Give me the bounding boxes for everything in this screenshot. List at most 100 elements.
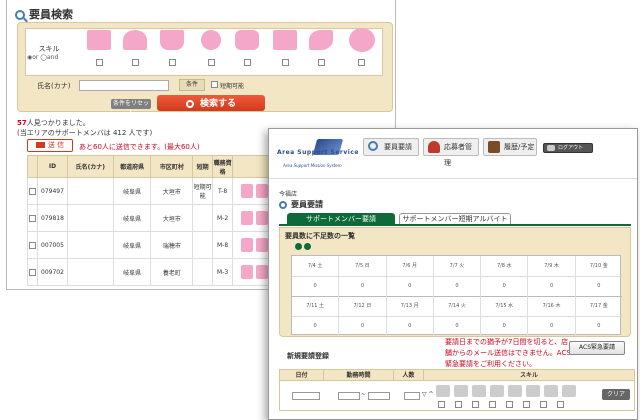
row-name xyxy=(66,231,114,259)
skill-checkbox[interactable] xyxy=(438,401,445,408)
skill-or-and-radio[interactable]: ◉or ◯and xyxy=(27,54,58,61)
skill-checkbox[interactable] xyxy=(540,401,547,408)
calendar-date: 7/13 月 xyxy=(387,296,434,316)
col-short-term: 短期 xyxy=(192,155,214,178)
search-icon xyxy=(15,10,25,20)
shortage-count: 0 xyxy=(387,276,434,296)
dress-skill-icon xyxy=(256,238,269,252)
col-name: 氏名(カナ) xyxy=(66,155,114,178)
new-request-label: 新規要請登録 xyxy=(287,352,329,360)
time-range-tilde: ~ xyxy=(361,391,367,398)
tab-underline xyxy=(279,224,631,226)
row-short-term xyxy=(192,258,214,286)
calendar-value-row: 0 0 0 0 0 0 0 xyxy=(292,276,622,297)
shortage-count: 0 xyxy=(481,316,529,336)
row-rank: M-8 xyxy=(212,231,234,259)
table-row[interactable]: 079497 岐阜県 大垣市 短期可能 T-8 xyxy=(27,177,277,205)
camera-skill-checkbox[interactable] xyxy=(244,59,251,66)
request-form-header: 日付 勤務時間 人数 スキル xyxy=(279,369,635,381)
calendar-date: 7/8 水 xyxy=(481,256,529,276)
teach-skill-icon xyxy=(544,385,558,397)
shortage-count: 0 xyxy=(292,316,340,336)
table-row[interactable]: 007005 岐阜県 瑞穂市 M-8 xyxy=(27,231,277,259)
search-button[interactable]: 検索する xyxy=(157,95,265,111)
shortage-calendar-grid: 7/4 土 7/5 日 7/6 月 7/7 火 7/8 水 7/9 木 7/10… xyxy=(291,255,622,336)
teach-skill-checkbox[interactable] xyxy=(318,59,325,66)
teach-skill-icon xyxy=(309,30,333,50)
prev-week-icon[interactable] xyxy=(295,243,302,250)
mic-skill-checkbox[interactable] xyxy=(208,59,215,66)
request-skill-checkboxes xyxy=(438,401,564,408)
headcount-select[interactable] xyxy=(404,392,420,400)
row-rank: T-8 xyxy=(212,177,234,205)
calendar-date: 7/14 火 xyxy=(434,296,482,316)
area-member-note: (当エリアのサポートメンバは 412 人です) xyxy=(17,129,153,137)
calendar-date: 7/11 土 xyxy=(292,296,340,316)
costume-skill-checkbox[interactable] xyxy=(358,59,365,66)
book-skill-checkbox[interactable] xyxy=(282,59,289,66)
table-row[interactable]: 079818 岐阜県 大垣市 M-2 xyxy=(27,204,277,232)
dress-skill-checkbox[interactable] xyxy=(132,59,139,66)
shortage-count: 0 xyxy=(597,323,601,329)
header-headcount: 人数 xyxy=(394,370,424,380)
face-skill-icon xyxy=(241,211,254,225)
shortage-count: 0 xyxy=(597,283,601,289)
header-work-hours: 勤務時間 xyxy=(324,370,394,380)
acs-urgent-request-button[interactable]: ACS緊急要請 xyxy=(569,341,625,355)
end-time-select[interactable] xyxy=(368,392,390,400)
member-search-title: 要員検索 xyxy=(15,6,73,22)
reset-conditions-button[interactable]: 条件をリセット xyxy=(111,99,151,117)
skill-checkbox[interactable] xyxy=(506,401,513,408)
start-time-select[interactable] xyxy=(338,392,360,400)
row-prefecture: 岐阜県 xyxy=(112,258,152,286)
search-icon xyxy=(279,200,287,209)
table-row[interactable]: 009702 岐阜県 養老町 M-3 xyxy=(27,258,277,286)
skill-checkbox[interactable] xyxy=(455,401,462,408)
mic-skill-icon xyxy=(490,385,504,397)
calendar-date: 7/7 火 xyxy=(434,256,482,276)
name-kana-input[interactable] xyxy=(79,80,169,91)
short-term-label: 短期可能 xyxy=(220,83,245,90)
shortage-count: 0 xyxy=(387,316,434,336)
row-city: 大垣市 xyxy=(150,204,194,232)
skill-checkbox[interactable] xyxy=(523,401,530,408)
skill-checkbox[interactable] xyxy=(472,401,479,408)
member-results-table: ID 氏名(カナ) 都道府県 市区町村 短期 職務資格 079497 岐阜県 大… xyxy=(27,155,277,286)
send-button[interactable]: 送 信 xyxy=(27,139,73,152)
row-city: 養老町 xyxy=(150,258,194,286)
calendar-date: 7/16 木 xyxy=(528,296,576,316)
store-name: 今福店 xyxy=(279,191,298,198)
row-id: 079497 xyxy=(36,177,68,205)
header-skill: スキル xyxy=(519,372,538,379)
row-checkbox[interactable] xyxy=(28,214,36,222)
shirt-skill-checkbox[interactable] xyxy=(169,59,176,66)
row-rank: M-2 xyxy=(212,204,234,232)
row-checkbox[interactable] xyxy=(28,268,36,276)
search-icon xyxy=(368,141,378,151)
nav-member-request[interactable]: 要員要請 xyxy=(363,138,419,156)
row-prefecture: 岐阜県 xyxy=(112,204,152,232)
face-skill-icon xyxy=(241,184,254,198)
book-icon xyxy=(488,141,500,153)
row-name xyxy=(66,204,114,232)
row-checkbox[interactable] xyxy=(28,241,36,249)
short-term-checkbox[interactable] xyxy=(211,81,218,88)
next-week-icon[interactable] xyxy=(304,243,311,250)
book-skill-icon xyxy=(273,30,297,50)
mic-skill-icon xyxy=(201,30,221,50)
skill-checkbox[interactable] xyxy=(489,401,496,408)
headcount-spinner[interactable]: ▽ ^ xyxy=(422,391,434,398)
logout-button[interactable]: ログアウト xyxy=(543,143,593,153)
face-skill-icon xyxy=(241,238,254,252)
row-prefecture: 岐阜県 xyxy=(112,177,152,205)
face-skill-checkbox[interactable] xyxy=(96,59,103,66)
nav-applicant-management[interactable]: 応募者管理 xyxy=(423,138,479,167)
calendar-date: 7/4 土 xyxy=(292,256,340,276)
row-checkbox[interactable] xyxy=(28,187,36,195)
skill-checkbox[interactable] xyxy=(557,401,564,408)
calendar-date-row: 7/11 土 7/12 日 7/13 月 7/14 火 7/15 水 7/16 … xyxy=(292,296,622,317)
calendar-date: 7/12 日 xyxy=(339,296,387,316)
date-select[interactable] xyxy=(292,392,320,400)
clear-button[interactable]: クリア xyxy=(602,389,630,400)
nav-history-schedule[interactable]: 履歴/予定 xyxy=(483,138,537,156)
